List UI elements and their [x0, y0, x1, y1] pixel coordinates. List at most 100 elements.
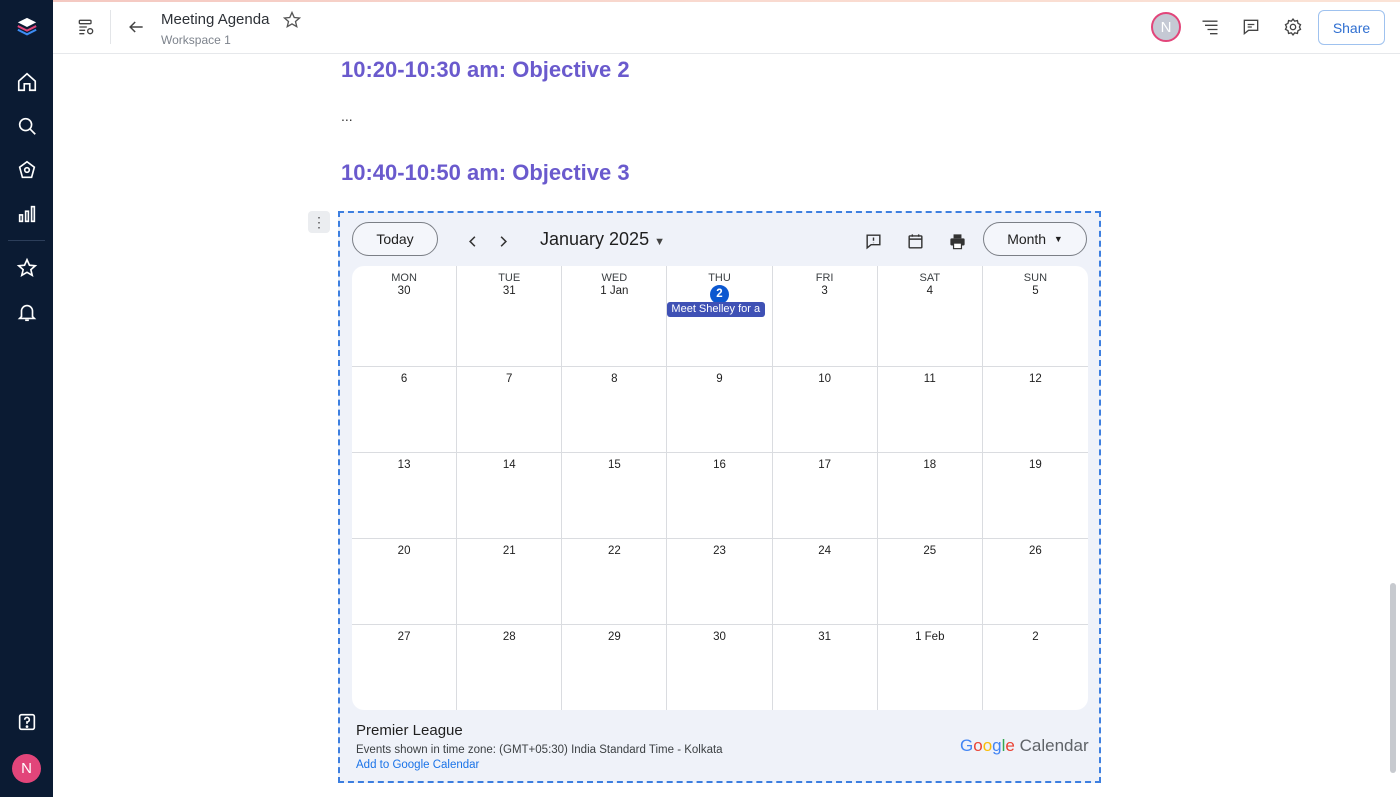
user-avatar[interactable]: N: [12, 754, 41, 783]
google-letter: G: [960, 736, 974, 755]
app-logo-icon[interactable]: [12, 12, 41, 41]
doc-header: Meeting Agenda Workspace 1 N Share: [53, 2, 1400, 54]
day-number: 1 Feb: [915, 631, 945, 643]
day-cell[interactable]: 28: [457, 625, 563, 710]
day-cell[interactable]: 26: [982, 539, 1088, 625]
day-cell[interactable]: 22: [562, 539, 668, 625]
day-cell[interactable]: 27: [352, 625, 458, 710]
feedback-icon[interactable]: [862, 230, 884, 252]
month-title-text: January 2025: [540, 229, 650, 249]
day-cell[interactable]: WED 1 Jan: [562, 266, 668, 367]
day-number: 6: [400, 373, 408, 385]
day-cell[interactable]: 18: [877, 453, 983, 539]
day-cell[interactable]: 30: [667, 625, 773, 710]
day-number: 30: [713, 631, 726, 643]
day-cell[interactable]: 21: [457, 539, 563, 625]
day-number: 19: [1029, 459, 1042, 471]
add-to-google-calendar-link[interactable]: Add to Google Calendar: [356, 759, 479, 771]
spaces-icon[interactable]: [12, 155, 41, 184]
day-cell[interactable]: MON 30: [352, 266, 458, 367]
day-cell[interactable]: SUN 5: [982, 266, 1088, 367]
google-wordmark: Google: [960, 736, 1015, 755]
day-number: 21: [502, 545, 516, 557]
day-cell[interactable]: 7: [457, 367, 563, 453]
day-cell[interactable]: 17: [772, 453, 878, 539]
back-arrow-icon[interactable]: [125, 16, 147, 38]
page-scrollbar[interactable]: [1390, 583, 1396, 773]
share-button[interactable]: Share: [1318, 10, 1385, 45]
comments-icon[interactable]: [1240, 16, 1262, 38]
day-cell[interactable]: THU 2 Meet Shelley for a: [667, 266, 773, 367]
day-cell[interactable]: 29: [562, 625, 668, 710]
workspace-label[interactable]: Workspace 1: [161, 33, 231, 47]
settings-gear-icon[interactable]: [1282, 16, 1304, 38]
day-cell[interactable]: TUE 31: [457, 266, 563, 367]
bell-icon[interactable]: [12, 297, 41, 326]
weekday-label: TUE: [498, 272, 521, 284]
pages-list-icon[interactable]: [75, 16, 97, 38]
day-number: 27: [397, 631, 411, 643]
day-cell[interactable]: 10: [772, 367, 878, 453]
heading-objective-3: 10:40-10:50 am: Objective 3: [341, 160, 630, 185]
timezone-text: Events shown in time zone: (GMT+05:30) I…: [356, 744, 723, 756]
doc-title: Meeting Agenda: [161, 11, 270, 28]
day-number: 10: [818, 373, 832, 385]
prev-month-chevron-icon[interactable]: [461, 230, 483, 252]
weekday-label: SUN: [1023, 272, 1048, 284]
search-icon[interactable]: [12, 111, 41, 140]
day-cell[interactable]: 9: [667, 367, 773, 453]
day-cell[interactable]: 1 Feb: [878, 625, 983, 710]
collaborator-avatar[interactable]: N: [1151, 12, 1181, 42]
month-dropdown-icon: ▼: [654, 236, 665, 248]
day-number: 25: [923, 545, 937, 557]
day-cell[interactable]: 12: [982, 367, 1088, 453]
day-number: 2: [1032, 631, 1039, 643]
day-cell[interactable]: 20: [352, 539, 458, 625]
day-number: 12: [1029, 373, 1042, 385]
day-number: 3: [821, 285, 828, 297]
day-cell[interactable]: 11: [877, 367, 983, 453]
google-letter: o: [982, 736, 993, 755]
day-cell[interactable]: 16: [667, 453, 773, 539]
day-number: 31: [502, 285, 516, 297]
calendar-name: Premier League: [356, 722, 463, 739]
print-icon[interactable]: [946, 230, 968, 252]
weekday-label: WED: [601, 272, 628, 284]
day-cell[interactable]: 8: [562, 367, 668, 453]
day-cell[interactable]: SAT 4: [877, 266, 983, 367]
block-menu-handle-icon[interactable]: ⋮: [308, 211, 330, 233]
month-view-dropdown[interactable]: Month ▼: [983, 222, 1087, 256]
analytics-icon[interactable]: [12, 199, 41, 228]
weekday-label: THU: [708, 272, 731, 284]
day-cell[interactable]: 14: [457, 453, 563, 539]
day-cell[interactable]: 2: [983, 625, 1088, 710]
help-icon[interactable]: [12, 707, 41, 736]
today-button[interactable]: Today: [352, 222, 438, 256]
google-letter: g: [992, 736, 1002, 755]
day-cell[interactable]: 25: [877, 539, 983, 625]
day-cell[interactable]: 23: [667, 539, 773, 625]
star-icon[interactable]: [12, 253, 41, 282]
day-cell[interactable]: 15: [562, 453, 668, 539]
calendar-event[interactable]: Meet Shelley for a: [667, 302, 766, 317]
day-cell[interactable]: 31: [773, 625, 878, 710]
day-number: 22: [607, 545, 621, 557]
day-cell[interactable]: 19: [982, 453, 1088, 539]
day-number: 5: [1032, 285, 1039, 297]
google-calendar-logo[interactable]: Google Calendar: [960, 736, 1089, 756]
day-number: 14: [502, 459, 516, 471]
day-cell[interactable]: 6: [352, 367, 458, 453]
day-cell[interactable]: FRI 3: [772, 266, 878, 367]
home-icon[interactable]: [12, 67, 41, 96]
next-month-chevron-icon[interactable]: [492, 230, 514, 252]
day-cell[interactable]: 13: [352, 453, 458, 539]
month-title[interactable]: January 2025 ▼: [540, 229, 665, 250]
day-number: 20: [397, 545, 411, 557]
day-cell[interactable]: 24: [772, 539, 878, 625]
calendar-icon[interactable]: [904, 230, 926, 252]
view-label: Month: [1007, 231, 1047, 247]
google-letter: o: [973, 736, 983, 755]
outline-icon[interactable]: [1199, 16, 1221, 38]
favorite-star-icon[interactable]: [282, 10, 302, 30]
day-number: 16: [713, 459, 726, 471]
